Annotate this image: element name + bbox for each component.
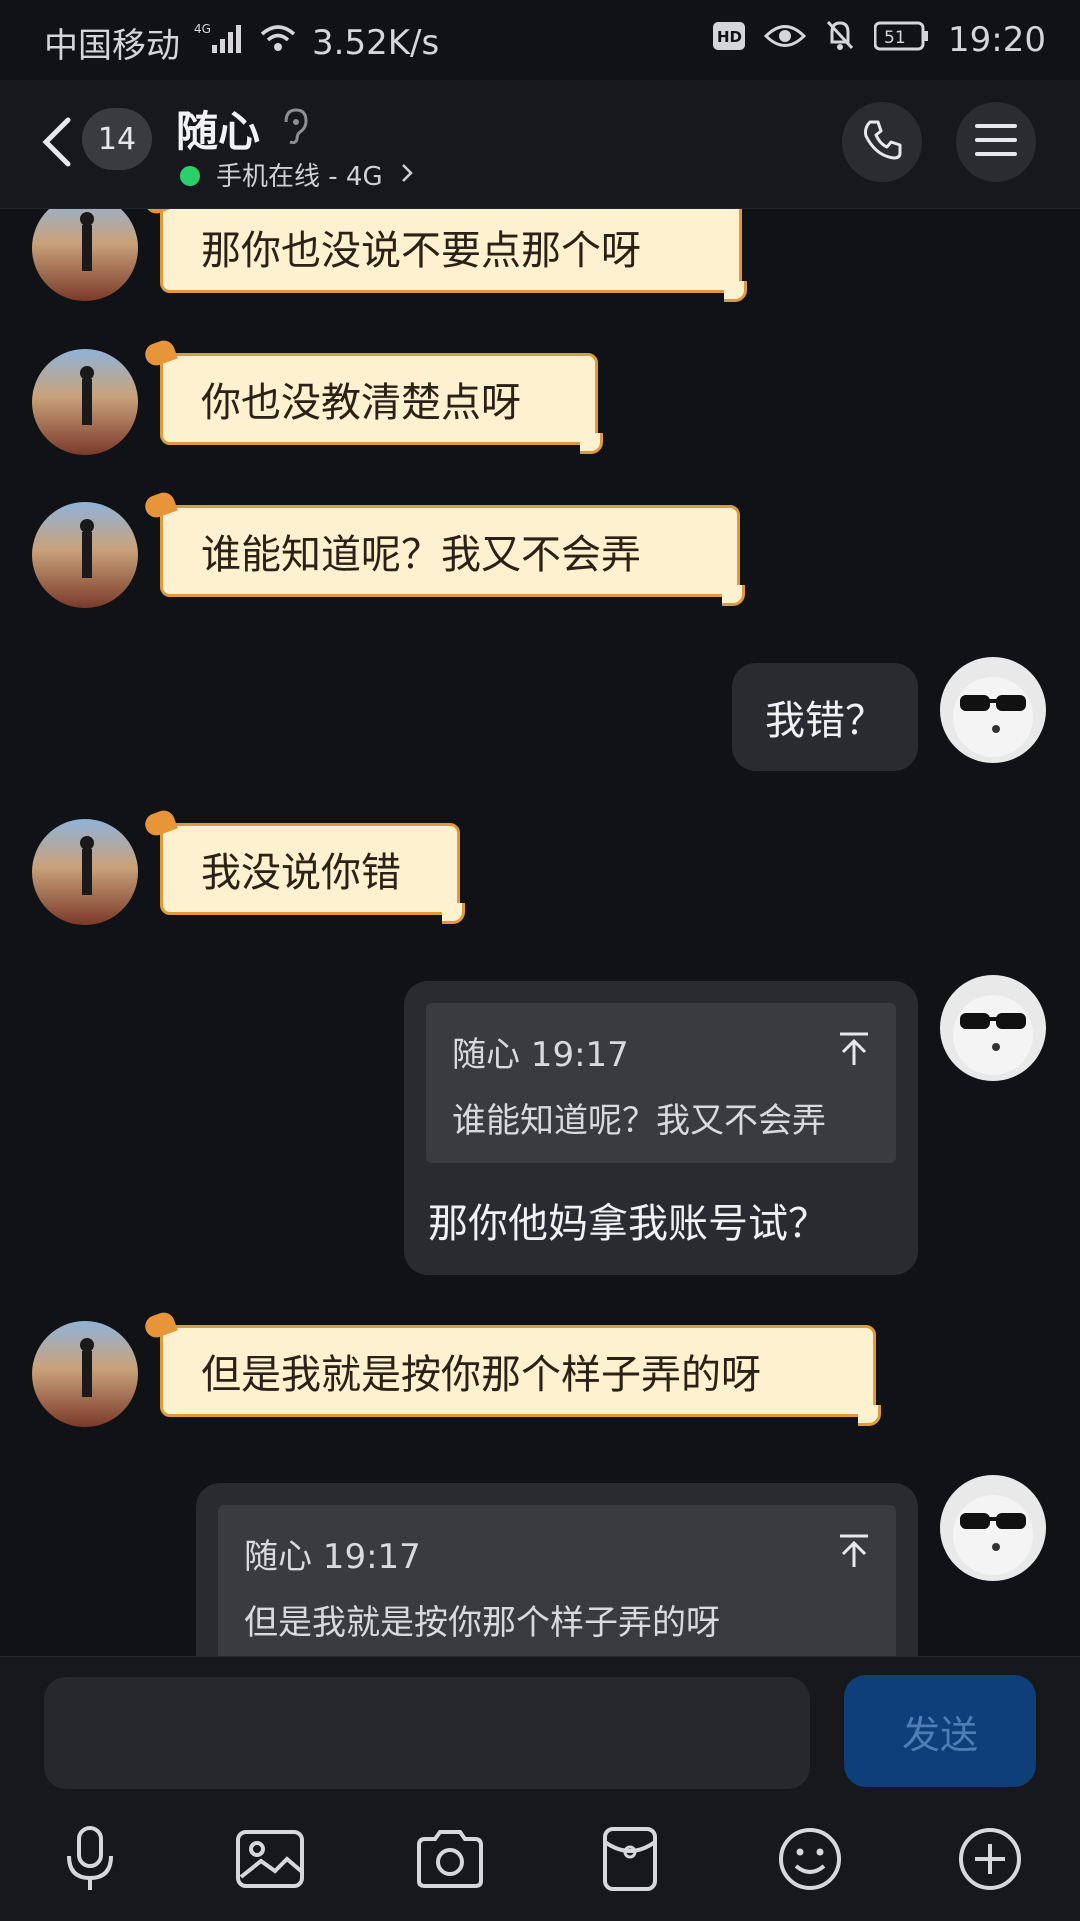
unread-badge[interactable]: 14 [82, 108, 152, 170]
network-tag: 4G [194, 22, 211, 36]
carrier-label: 中国移动 [44, 26, 180, 66]
message-bubble[interactable]: 谁能知道呢？我又不会弄 [160, 505, 745, 606]
online-status[interactable]: 手机在线 - 4G [216, 156, 383, 193]
status-left: 中国移动 4G 3.52K/s [44, 18, 439, 67]
status-bar: 中国移动 4G 3.52K/s HD 51 19:20 [0, 0, 1080, 80]
hd-label: HD [717, 28, 742, 46]
microphone-icon[interactable] [52, 1821, 128, 1897]
clock: 19:20 [948, 19, 1046, 60]
my-avatar[interactable] [940, 975, 1046, 1081]
my-avatar[interactable] [940, 1475, 1046, 1581]
quote-meta: 随心 19:17 [244, 1537, 421, 1577]
menu-icon [973, 120, 1019, 164]
message-text: 我错？ [765, 698, 885, 744]
input-bar: 发送 [0, 1656, 1080, 1921]
hd-icon: HD [712, 20, 746, 60]
message-bubble[interactable]: 我没说你错 [160, 823, 465, 924]
quoted-message[interactable]: 随心 19:17 但是我就是按你那个样子弄的呀 [218, 1505, 896, 1656]
message-input[interactable] [44, 1677, 810, 1789]
my-avatar[interactable] [940, 657, 1046, 763]
message-text: 我没说你错 [201, 850, 401, 896]
chevron-right-icon[interactable] [400, 162, 414, 188]
net-speed: 3.52K/s [312, 22, 440, 63]
message-bubble[interactable]: 那你也没说不要点那个呀 [160, 209, 747, 302]
call-button[interactable] [842, 102, 922, 182]
eye-icon [763, 20, 807, 60]
quote-meta: 随心 19:17 [452, 1035, 629, 1075]
contact-avatar[interactable] [32, 349, 138, 455]
signal-icon: 4G [194, 21, 244, 64]
back-icon[interactable] [38, 112, 78, 172]
camera-icon[interactable] [412, 1821, 488, 1897]
message-bubble[interactable]: 我错？ [732, 663, 918, 771]
wifi-icon [258, 22, 298, 63]
image-icon[interactable] [232, 1821, 308, 1897]
reply-message-bubble[interactable]: 随心 19:17 但是我就是按你那个样子弄的呀 [196, 1483, 918, 1656]
contact-avatar[interactable] [32, 819, 138, 925]
menu-button[interactable] [956, 102, 1036, 182]
message-bubble[interactable]: 你也没教清楚点呀 [160, 353, 603, 454]
message-text: 你也没教清楚点呀 [201, 380, 521, 426]
jump-to-quote-icon[interactable] [838, 1533, 870, 1578]
message-bubble[interactable]: 但是我就是按你那个样子弄的呀 [160, 1325, 881, 1426]
plus-icon[interactable] [952, 1821, 1028, 1897]
phone-icon [858, 116, 906, 168]
battery-level: 51 [884, 28, 906, 48]
mute-bell-icon [824, 18, 856, 61]
quoted-message[interactable]: 随心 19:17 谁能知道呢？我又不会弄 [426, 1003, 896, 1163]
quote-text: 谁能知道呢？我又不会弄 [452, 1101, 826, 1141]
message-text: 但是我就是按你那个样子弄的呀 [201, 1352, 761, 1398]
message-text: 谁能知道呢？我又不会弄 [201, 532, 641, 578]
battery-icon: 51 [873, 20, 930, 60]
message-list[interactable]: 那你也没说不要点那个呀 你也没教清楚点呀 谁能知道呢？我又不会弄 我错？ 我没说… [0, 209, 1080, 1656]
chat-header: 14 随心 手机在线 - 4G [0, 80, 1080, 209]
contact-avatar[interactable] [32, 502, 138, 608]
jump-to-quote-icon[interactable] [838, 1031, 870, 1076]
contact-name[interactable]: 随心 [176, 98, 260, 159]
emoji-icon[interactable] [772, 1821, 848, 1897]
status-right: HD 51 19:20 [712, 18, 1046, 61]
send-button[interactable]: 发送 [844, 1675, 1036, 1787]
ear-icon[interactable] [280, 106, 310, 150]
contact-avatar[interactable] [32, 1321, 138, 1427]
red-packet-icon[interactable] [592, 1821, 668, 1897]
message-text: 那你也没说不要点那个呀 [201, 228, 641, 274]
contact-avatar[interactable] [32, 209, 138, 301]
quote-text: 但是我就是按你那个样子弄的呀 [244, 1603, 720, 1643]
online-indicator [180, 166, 200, 186]
message-text: 那你他妈拿我账号试？ [428, 1201, 828, 1247]
reply-message-bubble[interactable]: 随心 19:17 谁能知道呢？我又不会弄 那你他妈拿我账号试？ [404, 981, 918, 1275]
